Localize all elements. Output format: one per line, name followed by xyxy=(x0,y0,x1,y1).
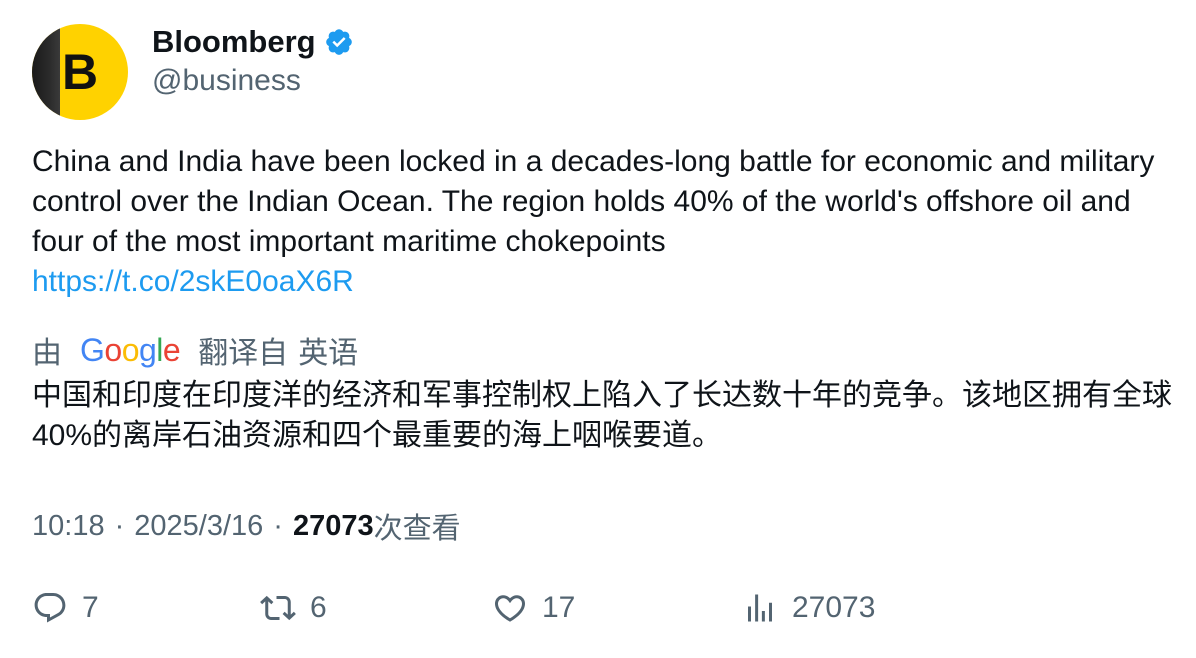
tweet-body: China and India have been locked in a de… xyxy=(32,142,1172,302)
translation-language: 英语 xyxy=(298,337,359,370)
avatar-letter: B xyxy=(61,44,99,100)
translation-label: 翻译自 xyxy=(198,337,289,370)
tweet-date[interactable]: 2025/3/16 xyxy=(134,510,263,543)
reply-count: 7 xyxy=(82,591,99,624)
views-button[interactable]: 27073 xyxy=(742,590,875,626)
views-count: 27073 xyxy=(292,509,374,542)
translation-prefix: 由 xyxy=(32,337,62,370)
translation-attribution: 由 Google 翻译自 英语 xyxy=(32,328,358,372)
author-handle[interactable]: @business xyxy=(152,64,301,98)
author-name-row: Bloomberg xyxy=(152,24,354,60)
views-action-count: 27073 xyxy=(792,591,876,624)
heart-icon xyxy=(494,595,526,622)
google-logo: Google xyxy=(80,331,181,368)
avatar[interactable]: B xyxy=(32,24,128,120)
like-count: 17 xyxy=(542,591,576,624)
reply-button[interactable]: 7 xyxy=(32,590,99,626)
tweet-meta: 10:18 · 2025/3/16 · 27073 次查看 xyxy=(32,505,461,547)
author-name[interactable]: Bloomberg xyxy=(152,24,316,60)
verified-badge-icon xyxy=(324,27,354,57)
action-bar: 7 6 17 27073 xyxy=(0,590,1196,634)
analytics-icon xyxy=(748,594,772,622)
translated-text: 中国和印度在印度洋的经济和军事控制权上陷入了长达数十年的竞争。该地区拥有全球40… xyxy=(32,379,1172,452)
tweet-text: China and India have been locked in a de… xyxy=(32,145,1155,258)
tweet-link[interactable]: https://t.co/2skE0oaX6R xyxy=(32,262,1172,302)
retweet-button[interactable]: 6 xyxy=(260,590,327,626)
reply-icon xyxy=(34,593,66,623)
retweet-count: 6 xyxy=(310,591,327,624)
like-button[interactable]: 17 xyxy=(492,590,575,626)
views-label: 次查看 xyxy=(373,513,461,545)
meta-separator: · xyxy=(114,509,125,542)
meta-separator-2: · xyxy=(273,509,283,542)
retweet-icon xyxy=(260,595,296,621)
tweet-time[interactable]: 10:18 xyxy=(32,510,105,543)
